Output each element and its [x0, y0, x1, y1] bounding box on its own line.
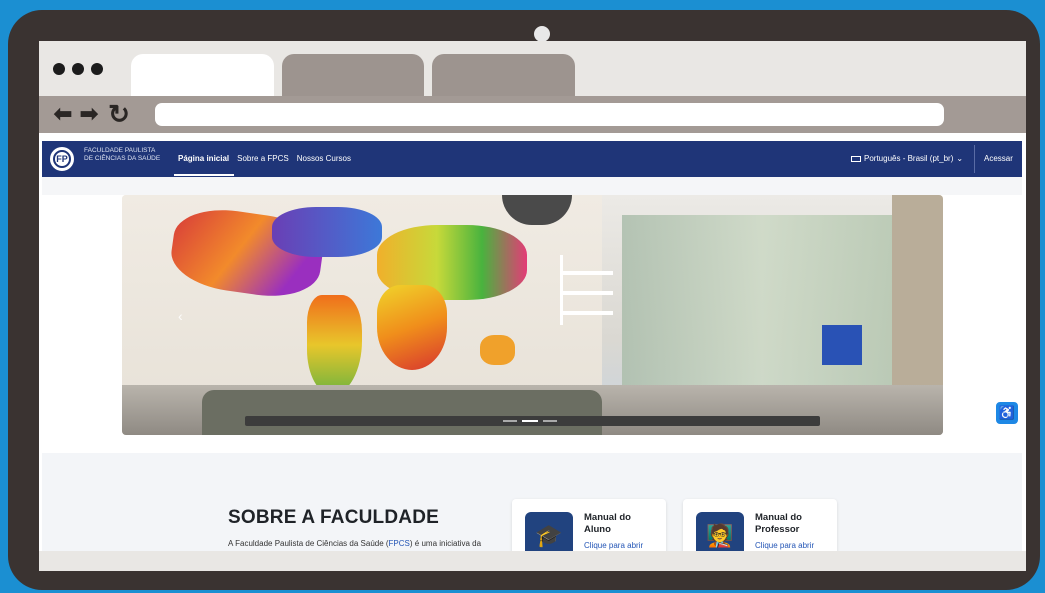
logo-text[interactable]: FACULDADE PAULISTA DE CIÊNCIAS DA SAÚDE	[84, 147, 164, 163]
logo-line-1: FACULDADE PAULISTA	[84, 147, 156, 154]
card-open-link[interactable]: Clique para abrir	[755, 541, 814, 550]
logo-line-2: DE CIÊNCIAS DA SAÚDE	[84, 155, 161, 162]
window-controls	[53, 63, 103, 75]
carousel-indicator[interactable]	[503, 420, 517, 422]
fpcs-link[interactable]: FPCS	[389, 539, 410, 548]
menu-item-home[interactable]: Página inicial	[178, 154, 229, 163]
language-selector[interactable]: Português - Brasil (pt_br) ⌄	[851, 154, 963, 163]
language-icon	[851, 155, 861, 162]
maximize-window-dot-icon[interactable]	[91, 63, 103, 75]
browser-window: ⬅ ➡ ↻ FP FACULDADE PAULISTA DE CIÊNCIAS …	[39, 41, 1026, 571]
carousel-image-sofa	[202, 390, 602, 435]
main-menu: Página inicial Sobre a FPCS Nossos Curso…	[178, 154, 351, 163]
screen-bottom-bezel	[39, 551, 1026, 571]
reload-icon[interactable]: ↻	[107, 100, 131, 128]
web-page: FP FACULDADE PAULISTA DE CIÊNCIAS DA SAÚ…	[39, 133, 1026, 571]
tab-2[interactable]	[282, 54, 424, 96]
tab-active[interactable]	[131, 54, 274, 96]
header-spacer	[42, 177, 1022, 195]
accessibility-icon[interactable]: ♿	[996, 402, 1018, 424]
card-title: Manual do Aluno	[584, 512, 631, 535]
about-text-start: A Faculdade Paulista de Ciências da Saúd…	[228, 539, 389, 548]
card-open-link[interactable]: Clique para abrir	[584, 541, 643, 550]
about-title: SOBRE A FACULDADE	[228, 507, 439, 528]
tab-bar	[39, 41, 1026, 96]
minimize-window-dot-icon[interactable]	[72, 63, 84, 75]
language-label: Português - Brasil (pt_br)	[864, 154, 954, 163]
arrow-left-icon[interactable]: ⬅	[51, 100, 75, 128]
hero-carousel[interactable]: ‹	[122, 195, 943, 435]
camera-icon	[534, 26, 550, 42]
chevron-down-icon: ⌄	[956, 154, 964, 163]
site-navbar: FP FACULDADE PAULISTA DE CIÊNCIAS DA SAÚ…	[42, 141, 1022, 177]
close-window-dot-icon[interactable]	[53, 63, 65, 75]
map-africa	[377, 285, 447, 370]
map-greenland	[272, 207, 382, 257]
carousel-image-shelf	[560, 255, 613, 325]
about-text: A Faculdade Paulista de Ciências da Saúd…	[228, 539, 508, 548]
navbar-divider	[974, 145, 975, 173]
carousel-indicator[interactable]	[543, 420, 557, 422]
arrow-right-icon[interactable]: ➡	[77, 100, 101, 128]
address-bar[interactable]	[155, 103, 944, 126]
carousel-indicator-active[interactable]	[522, 420, 538, 422]
map-madagascar	[480, 335, 515, 365]
tab-3[interactable]	[432, 54, 575, 96]
logo-emblem-icon: FP	[53, 150, 71, 168]
card-title: Manual do Professor	[755, 512, 802, 535]
logo[interactable]: FP	[48, 145, 76, 173]
login-link[interactable]: Acessar	[984, 154, 1013, 163]
about-text-end: ) é uma iniciativa da	[409, 539, 482, 548]
menu-item-about[interactable]: Sobre a FPCS	[237, 154, 289, 163]
carousel-prev-icon[interactable]: ‹	[178, 308, 183, 324]
browser-toolbar: ⬅ ➡ ↻	[39, 96, 1026, 133]
menu-item-courses[interactable]: Nossos Cursos	[297, 154, 351, 163]
active-menu-indicator	[174, 174, 234, 176]
carousel-image-chair	[822, 325, 862, 365]
